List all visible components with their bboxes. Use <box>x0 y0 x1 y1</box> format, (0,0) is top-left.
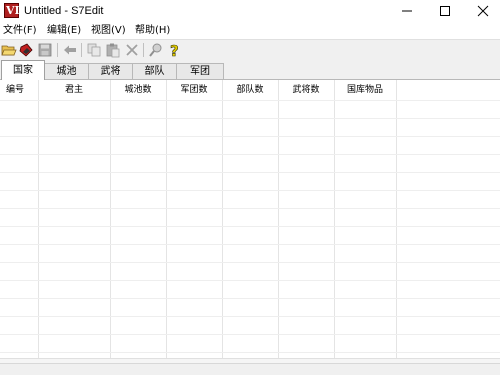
close-button[interactable] <box>466 0 500 22</box>
grid-column-line <box>222 80 223 359</box>
save-button[interactable] <box>37 42 53 58</box>
grid-row-line <box>0 208 500 209</box>
data-grid[interactable]: 编号 君主 城池数 军团数 部队数 武将数 国库物品 <box>0 79 500 362</box>
tab-label: 武将 <box>100 66 121 77</box>
grid-row-line <box>0 244 500 245</box>
tab-general[interactable]: 武将 <box>88 63 133 79</box>
column-header-city-count[interactable]: 城池数 <box>110 80 166 100</box>
grid-row-line <box>0 100 500 101</box>
column-header-id[interactable]: 编号 <box>0 80 38 100</box>
menu-help[interactable]: 帮助(H) <box>135 24 170 37</box>
column-header-troop-count[interactable]: 部队数 <box>222 80 278 100</box>
copy-button[interactable] <box>86 42 102 58</box>
toolbar-separator <box>143 43 144 57</box>
window-title: Untitled - S7Edit <box>24 5 104 17</box>
app-icon[interactable]: VI <box>4 3 20 18</box>
grid-row-line <box>0 262 500 263</box>
tab-label: 部队 <box>144 66 165 77</box>
tab-label: 城池 <box>56 66 77 77</box>
grid-row-line <box>0 136 500 137</box>
grid-row-line <box>0 298 500 299</box>
delete-button[interactable] <box>124 42 140 58</box>
maximize-button[interactable] <box>428 0 462 22</box>
tab-strip: 国家 城池 武将 部队 军团 <box>0 60 500 80</box>
tab-label: 国家 <box>13 65 33 76</box>
maximize-icon <box>440 6 450 16</box>
help-button[interactable]: ? <box>167 42 183 61</box>
grid-row-line <box>0 154 500 155</box>
menu-view[interactable]: 视图(V) <box>91 24 126 37</box>
toolbar-separator <box>81 43 82 57</box>
toolbar-separator <box>57 43 58 57</box>
minimize-button[interactable] <box>390 0 424 22</box>
title-bar[interactable]: VI Untitled - S7Edit <box>0 0 500 22</box>
column-header-ruler[interactable]: 君主 <box>38 80 110 100</box>
tab-city[interactable]: 城池 <box>44 63 89 79</box>
open-folder-icon <box>1 45 17 56</box>
grid-row-line <box>0 316 500 317</box>
tab-country[interactable]: 国家 <box>1 60 45 80</box>
minimize-icon <box>402 10 412 12</box>
save-icon <box>38 43 52 57</box>
paste-icon <box>106 43 120 58</box>
grid-row-line <box>0 172 500 173</box>
app-icon-glyph: VI <box>6 4 20 17</box>
grid-column-line <box>334 80 335 359</box>
grid-column-line <box>38 80 39 359</box>
status-bar <box>0 363 500 375</box>
grid-column-line <box>110 80 111 359</box>
grid-row-line <box>0 190 500 191</box>
svg-text:?: ? <box>170 42 179 58</box>
grid-column-line <box>396 80 397 359</box>
menu-file[interactable]: 文件(F) <box>3 24 37 37</box>
grid-row-line <box>0 118 500 119</box>
help-icon: ? <box>170 42 179 61</box>
tag-icon <box>19 43 33 57</box>
grid-row-line <box>0 352 500 353</box>
tab-label: 军团 <box>190 66 210 77</box>
paste-button[interactable] <box>105 42 121 58</box>
grid-row-line <box>0 280 500 281</box>
tab-troop[interactable]: 部队 <box>132 63 177 79</box>
menu-bar: 文件(F) 编辑(E) 视图(V) 帮助(H) <box>0 22 500 39</box>
column-header-treasury-items[interactable]: 国库物品 <box>334 80 396 100</box>
grid-row-line <box>0 226 500 227</box>
back-arrow-icon <box>64 45 76 55</box>
column-header-legion-count[interactable]: 军团数 <box>166 80 222 100</box>
open-button[interactable] <box>1 42 17 58</box>
delete-icon <box>126 44 138 56</box>
back-button[interactable] <box>62 42 78 58</box>
grid-column-line <box>166 80 167 359</box>
search-icon <box>149 43 162 57</box>
search-button[interactable] <box>148 42 164 58</box>
grid-column-line <box>278 80 279 359</box>
copy-icon <box>87 43 101 57</box>
tab-legion[interactable]: 军团 <box>176 63 224 79</box>
grid-row-line <box>0 334 500 335</box>
close-icon <box>477 5 489 17</box>
tag-button[interactable] <box>18 42 34 58</box>
grid-header: 编号 君主 城池数 军团数 部队数 武将数 国库物品 <box>0 80 500 100</box>
menu-edit[interactable]: 编辑(E) <box>47 24 81 37</box>
toolbar: ? <box>0 39 500 60</box>
column-header-general-count[interactable]: 武将数 <box>278 80 334 100</box>
